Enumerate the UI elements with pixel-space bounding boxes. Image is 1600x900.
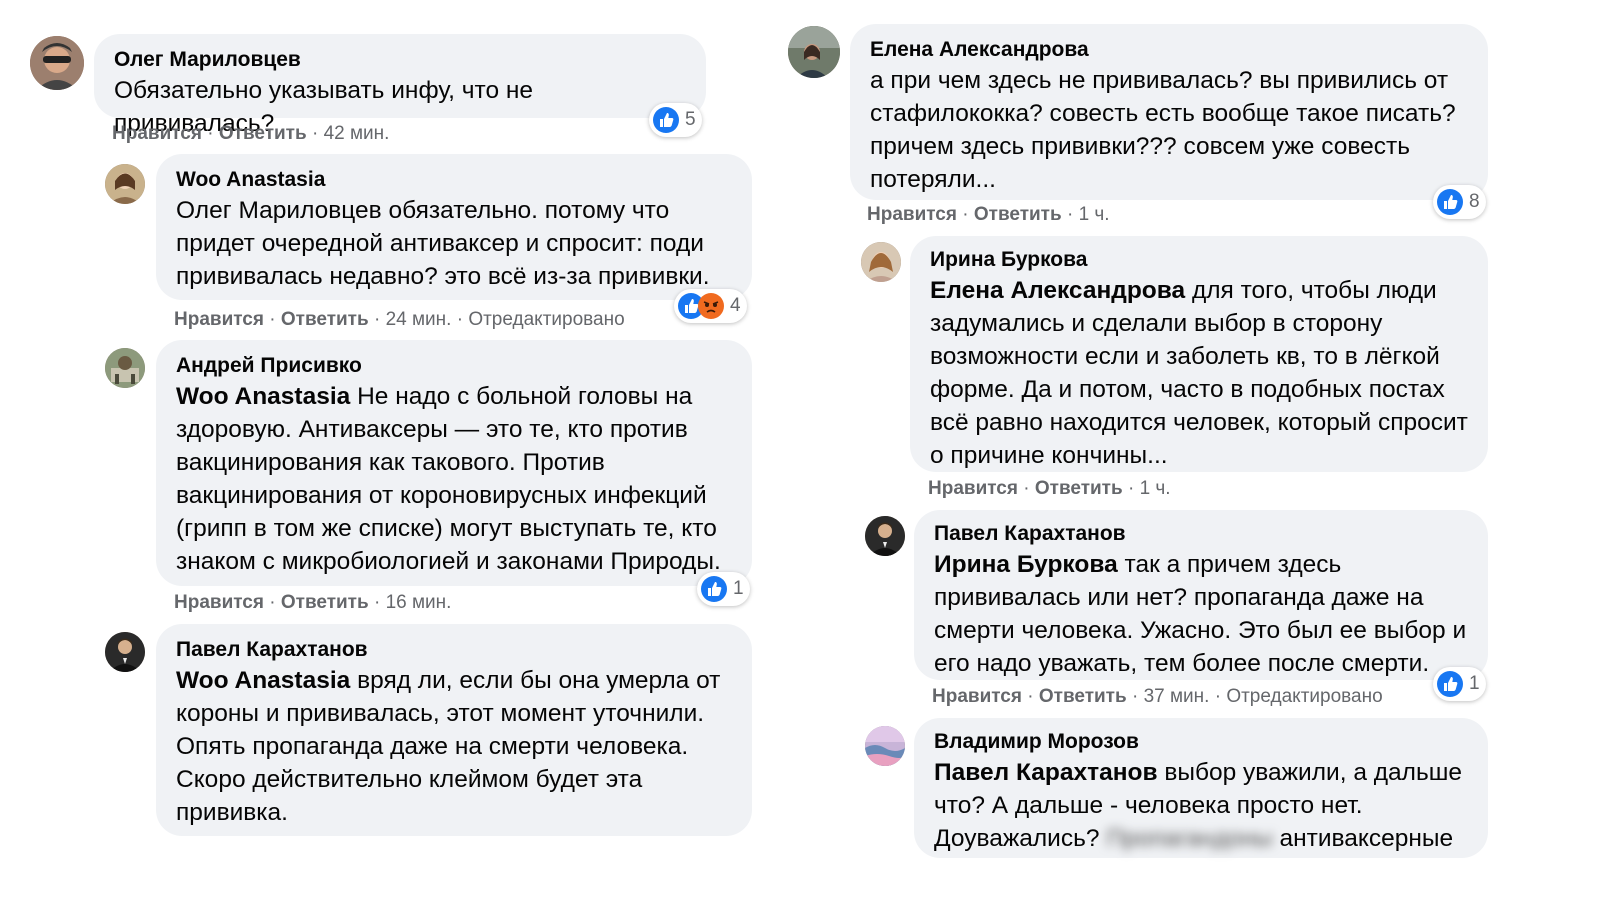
reply-link[interactable]: Ответить [1035, 478, 1123, 499]
like-link[interactable]: Нравится [867, 204, 957, 225]
comment-text: Елена Александрова для того, чтобы люди … [930, 277, 1468, 469]
comment-time[interactable]: 37 мин. [1144, 686, 1210, 707]
comment-text: Ирина Буркова так а причем здесь привива… [934, 551, 1467, 677]
comment-actions: Нравится · Ответить · 1 ч. [867, 204, 1110, 225]
avatar[interactable] [105, 348, 145, 388]
comment-author[interactable]: Олег Мариловцев [114, 46, 686, 74]
mention-link[interactable]: Елена Александрова [930, 277, 1185, 304]
reaction-summary[interactable]: 4 [674, 289, 747, 323]
mention-link[interactable]: Woo Anastasia [176, 667, 350, 694]
comment-bubble: Павел Карахтанов Ирина Буркова так а при… [914, 510, 1488, 680]
comment-author[interactable]: Елена Александрова [870, 36, 1468, 64]
reaction-count: 1 [1469, 673, 1480, 694]
comment-actions: Нравится · Ответить · 16 мин. [174, 592, 452, 613]
comment-bubble: Олег Мариловцев Обязательно указывать ин… [94, 34, 706, 137]
like-reaction-icon [653, 107, 679, 133]
reply-link[interactable]: Ответить [1039, 686, 1127, 707]
reaction-count: 5 [685, 109, 696, 130]
comment-author[interactable]: Владимир Морозов [934, 728, 1468, 756]
avatar[interactable] [865, 516, 905, 556]
like-link[interactable]: Нравится [928, 478, 1018, 499]
comment-actions: Нравится · Ответить · 42 мин. [112, 123, 390, 144]
reply-link[interactable]: Ответить [974, 204, 1062, 225]
like-reaction-icon [1437, 671, 1463, 697]
reaction-summary[interactable]: 1 [1433, 667, 1486, 701]
edited-label: Отредактировано [468, 309, 625, 330]
avatar[interactable] [105, 632, 145, 672]
comment-text: Олег Мариловцев обязательно. потому что … [176, 197, 710, 290]
reaction-count: 8 [1469, 191, 1480, 212]
comment-author[interactable]: Андрей Присивко [176, 352, 732, 380]
comment-time[interactable]: 16 мин. [386, 592, 452, 613]
comment-bubble: Павел Карахтанов Woo Anastasia вряд ли, … [156, 624, 752, 836]
reaction-summary[interactable]: 5 [649, 103, 702, 137]
comment-bubble: Владимир Морозов Павел Карахтанов выбор … [914, 718, 1488, 858]
like-reaction-icon [1437, 189, 1463, 215]
comment-author[interactable]: Woo Anastasia [176, 166, 732, 194]
avatar[interactable] [30, 36, 84, 90]
like-link[interactable]: Нравится [174, 309, 264, 330]
comment-actions: Нравится · Ответить · 24 мин. · Отредакт… [174, 309, 625, 330]
comment-text: Woo Anastasia вряд ли, если бы она умерл… [176, 667, 721, 826]
comment-time[interactable]: 1 ч. [1079, 204, 1110, 225]
like-link[interactable]: Нравится [932, 686, 1022, 707]
reply-link[interactable]: Ответить [281, 309, 369, 330]
comment-author[interactable]: Павел Карахтанов [176, 636, 732, 664]
comment-text: а при чем здесь не прививалась? вы приви… [870, 67, 1456, 193]
reply-link[interactable]: Ответить [219, 123, 307, 144]
mention-link[interactable]: Павел Карахтанов [934, 759, 1158, 786]
avatar[interactable] [105, 164, 145, 204]
mention-link[interactable]: Woo Anastasia [176, 383, 350, 410]
reply-link[interactable]: Ответить [281, 592, 369, 613]
avatar[interactable] [788, 26, 840, 78]
blurred-word: Пропагандоны [1106, 825, 1273, 852]
comment-author[interactable]: Павел Карахтанов [934, 520, 1468, 548]
comment-bubble: Елена Александрова а при чем здесь не пр… [850, 24, 1488, 200]
avatar[interactable] [865, 726, 905, 766]
comment-text: Woo Anastasia Не надо с больной головы н… [176, 383, 721, 575]
edited-label: Отредактировано [1226, 686, 1383, 707]
angry-reaction-icon [698, 293, 724, 319]
avatar[interactable] [861, 242, 901, 282]
comment-time[interactable]: 42 мин. [324, 123, 390, 144]
comment-bubble: Woo Anastasia Олег Мариловцев обязательн… [156, 154, 752, 300]
reaction-count: 1 [733, 578, 744, 599]
reaction-summary[interactable]: 1 [697, 572, 750, 606]
reaction-count: 4 [730, 295, 741, 316]
reaction-summary[interactable]: 8 [1433, 185, 1486, 219]
like-link[interactable]: Нравится [112, 123, 202, 144]
like-reaction-icon [701, 576, 727, 602]
comment-author[interactable]: Ирина Буркова [930, 246, 1468, 274]
like-link[interactable]: Нравится [174, 592, 264, 613]
comment-time[interactable]: 1 ч. [1140, 478, 1171, 499]
comment-actions: Нравится · Ответить · 1 ч. [928, 478, 1171, 499]
comment-text: Павел Карахтанов выбор уважили, а дальше… [934, 759, 1463, 852]
comment-bubble: Ирина Буркова Елена Александрова для тог… [910, 236, 1488, 472]
comment-actions: Нравится · Ответить · 37 мин. · Отредакт… [932, 686, 1383, 707]
comment-bubble: Андрей Присивко Woo Anastasia Не надо с … [156, 340, 752, 586]
mention-link[interactable]: Ирина Буркова [934, 551, 1118, 578]
comment-time[interactable]: 24 мин. [386, 309, 452, 330]
